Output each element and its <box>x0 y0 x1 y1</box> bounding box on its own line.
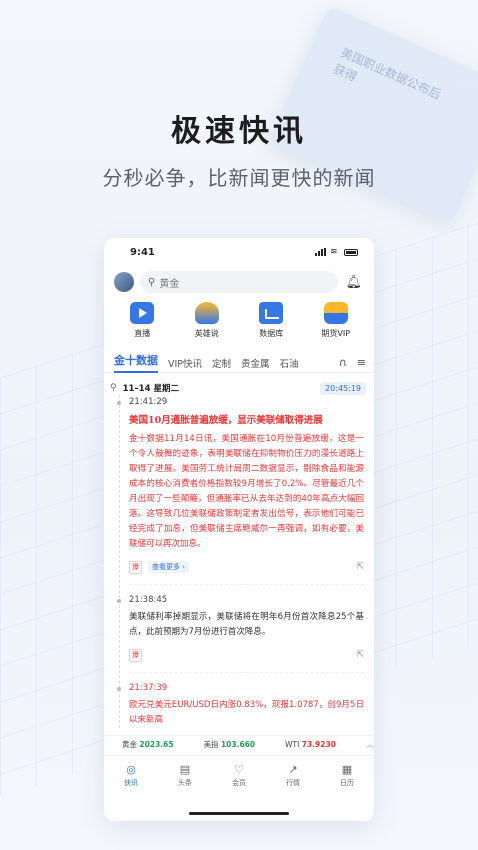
status-bar: 9:41 ≋ <box>104 238 374 268</box>
nav-label: 会员 <box>232 779 246 787</box>
feed-item-headline: 美国10月通胀普遍放缓，显示美联储取得进展 <box>129 415 323 426</box>
home-indicator <box>189 812 289 815</box>
nav-calendar[interactable]: ▦ 日历 <box>327 762 367 788</box>
search-history-icon[interactable]: ⚲ <box>110 383 117 393</box>
nav-member[interactable]: ♡ 会员 <box>219 762 259 788</box>
nav-label: 日历 <box>340 779 354 787</box>
quick-item-vip[interactable]: 期货VIP <box>306 302 366 339</box>
quick-item-label: 期货VIP <box>321 329 351 338</box>
feed-item[interactable]: 21:37:39 欧元兑美元EUR/USD日内涨0.83%，现报1.0787，创… <box>117 683 364 728</box>
promo-title: 极速快讯 <box>171 114 307 149</box>
phone-screen: 9:41 ≋ ⚲ 黄金 🔔︎ 直播 英雄说 数据库 期货VIP 金十数据 VIP… <box>104 238 374 821</box>
calendar-icon: ▦ <box>341 763 353 776</box>
bottom-nav: ◎ 快讯 ▤ 头条 ♡ 会员 ↗ 行情 ▦ 日历 <box>104 755 374 805</box>
wifi-icon: ≋ <box>330 247 338 257</box>
feed-item-body: 金十数据11月14日讯，美国通胀在10月份普遍放缓，这是一个令人鼓舞的迹象，表明… <box>129 434 364 549</box>
nav-label: 快讯 <box>124 779 138 787</box>
signal-icon <box>315 248 326 256</box>
video-icon <box>130 302 155 324</box>
search-placeholder: 黄金 <box>159 278 180 290</box>
quick-item-hero[interactable]: 英雄说 <box>177 302 237 339</box>
feed-divider <box>129 584 364 585</box>
feed-item-actions: 爆 查看更多 › ⇱ <box>129 560 364 574</box>
bell-icon[interactable]: 🔔︎ <box>338 275 362 290</box>
search-row: ⚲ 黄金 🔔︎ <box>104 268 374 294</box>
promo-subtitle: 分秒必争，比新闻更快的新闻 <box>102 166 376 190</box>
nav-market[interactable]: ↗ 行情 <box>273 762 313 788</box>
tab-bar: 金十数据 VIP快讯 定制 贵金属 石油 ∩ ≡ <box>104 339 374 373</box>
status-time: 9:41 <box>130 247 155 258</box>
timeline-dot <box>117 401 121 405</box>
feed-item[interactable]: 21:38:45 美联储利率掉期显示，美联储将在明年6月份首次降息25个基点，此… <box>117 595 364 662</box>
quick-item-label: 英雄说 <box>194 329 219 338</box>
status-icons: ≋ <box>315 247 358 257</box>
feed-item-time: 21:38:45 <box>129 595 168 605</box>
feed-item-body: 美联储利率掉期显示，美联储将在明年6月份首次降息25个基点，此前预期为7月份进行… <box>129 612 364 637</box>
chevron-up-icon[interactable]: ︿ <box>366 739 374 750</box>
headphones-icon[interactable]: ∩ <box>339 356 347 369</box>
tab-precious-metals[interactable]: 贵金属 <box>241 356 270 370</box>
feed-item[interactable]: 21:41:29 美国10月通胀普遍放缓，显示美联储取得进展 金十数据11月14… <box>117 397 364 574</box>
nav-label: 行情 <box>286 779 300 787</box>
feed-item-time: 21:37:39 <box>129 683 168 693</box>
tab-oil[interactable]: 石油 <box>280 356 299 370</box>
market-ticker[interactable]: 黄金 2023.65 美指 103.660 WTI 73.9230 ︿ <box>104 735 374 753</box>
avatar[interactable] <box>114 272 134 292</box>
quick-item-label: 直播 <box>134 329 151 338</box>
ticker-wti[interactable]: WTI 73.9230 <box>285 740 336 749</box>
feed-item-body: 欧元兑美元EUR/USD日内涨0.83%，现报1.0787，创9月5日以来新高 <box>129 700 364 725</box>
timeline-dot <box>117 599 121 603</box>
tab-tools: ∩ ≡ <box>339 356 366 369</box>
nav-label: 头条 <box>178 779 192 787</box>
share-icon[interactable]: ⇱ <box>356 650 364 660</box>
ticker-gold[interactable]: 黄金 2023.65 <box>122 739 174 750</box>
live-clock: 20:45:19 <box>320 381 366 395</box>
news-feed: 21:41:29 美国10月通胀普遍放缓，显示美联储取得进展 金十数据11月14… <box>104 395 374 728</box>
quick-item-database[interactable]: 数据库 <box>241 302 301 339</box>
tab-vip[interactable]: VIP快讯 <box>168 356 202 370</box>
market-icon: ↗ <box>288 763 298 776</box>
search-icon: ⚲ <box>148 276 156 288</box>
quick-item-label: 数据库 <box>259 329 284 338</box>
feed-item-actions: 爆 ⇱ <box>129 648 364 662</box>
tab-jin10[interactable]: 金十数据 <box>114 352 158 373</box>
share-icon[interactable]: ⇱ <box>356 562 364 572</box>
ticker-dxy[interactable]: 美指 103.660 <box>204 739 256 750</box>
feed-item-time: 21:41:29 <box>129 397 168 407</box>
member-icon: ♡ <box>234 763 244 776</box>
quick-entries: 直播 英雄说 数据库 期货VIP <box>104 294 374 339</box>
date-label: 11–14 星期二 <box>122 384 179 394</box>
headlines-icon: ▤ <box>179 763 191 776</box>
newsflash-icon: ◎ <box>126 763 136 776</box>
quick-item-live[interactable]: 直播 <box>112 302 172 339</box>
database-icon <box>259 302 284 324</box>
feed-divider <box>129 672 364 673</box>
hot-tag: 爆 <box>129 648 142 662</box>
nav-headlines[interactable]: ▤ 头条 <box>165 762 205 788</box>
date-row: ⚲ 11–14 星期二 20:45:19 <box>104 373 374 395</box>
battery-icon <box>344 248 358 256</box>
nav-newsflash[interactable]: ◎ 快讯 <box>111 762 151 788</box>
hot-tag: 爆 <box>129 560 142 574</box>
vip-icon <box>323 302 348 324</box>
search-input[interactable]: ⚲ 黄金 <box>140 271 338 293</box>
tab-custom[interactable]: 定制 <box>212 356 231 370</box>
see-more-button[interactable]: 查看更多 › <box>148 561 190 573</box>
timeline-dot <box>117 687 121 691</box>
menu-icon[interactable]: ≡ <box>357 356 366 369</box>
hero-icon <box>194 302 219 324</box>
